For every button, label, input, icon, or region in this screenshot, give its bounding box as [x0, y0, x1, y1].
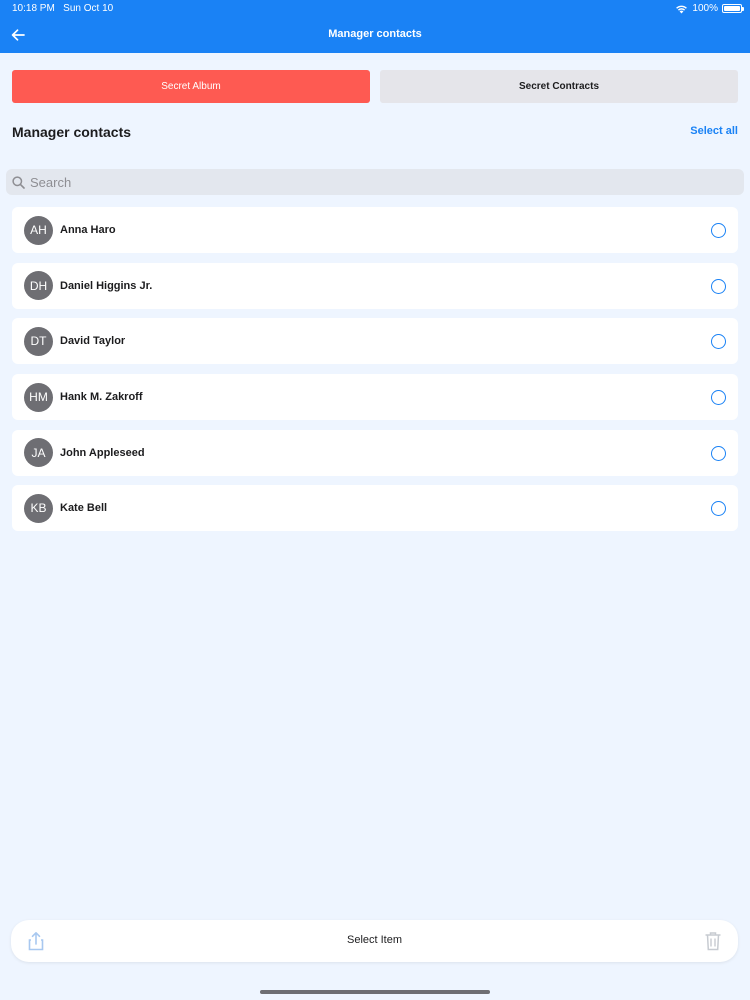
- select-radio[interactable]: [711, 223, 726, 238]
- tab-secret-contracts[interactable]: Secret Contracts: [380, 70, 738, 103]
- trash-icon: [705, 932, 721, 951]
- contact-row[interactable]: DT David Taylor: [12, 318, 738, 365]
- select-radio[interactable]: [711, 390, 726, 406]
- select-radio[interactable]: [711, 334, 726, 350]
- contact-name: Kate Bell: [60, 502, 108, 515]
- contact-name: John Appleseed: [60, 446, 145, 459]
- home-indicator: [260, 990, 490, 994]
- contact-row[interactable]: JA John Appleseed: [12, 429, 738, 476]
- section-title: Manager contacts: [12, 124, 132, 140]
- contact-row[interactable]: AH Anna Haro: [12, 207, 738, 253]
- avatar: KB: [24, 493, 53, 523]
- avatar: AH: [24, 215, 53, 245]
- bottom-action-bar: Select Item: [11, 920, 738, 962]
- contact-row[interactable]: HM Hank M. Zakroff: [12, 374, 738, 421]
- search-input[interactable]: [30, 174, 710, 190]
- contact-name: Hank M. Zakroff: [60, 391, 143, 404]
- contact-name: David Taylor: [60, 335, 126, 348]
- avatar: HM: [24, 382, 53, 412]
- status-date: Sun Oct 10: [63, 3, 114, 14]
- select-radio[interactable]: [711, 445, 726, 461]
- page-title: Manager contacts: [328, 28, 422, 40]
- select-radio[interactable]: [711, 278, 726, 294]
- wifi-icon: [676, 5, 688, 13]
- select-all-button[interactable]: Select all: [690, 125, 738, 137]
- navigation-bar: 10:18 PM Sun Oct 10 100% Manager contact…: [0, 0, 750, 53]
- avatar: DH: [24, 271, 53, 301]
- bottom-bar-label: Select Item: [346, 934, 403, 946]
- avatar: JA: [24, 438, 53, 468]
- delete-button[interactable]: [704, 931, 722, 951]
- contact-row[interactable]: KB Kate Bell: [12, 485, 738, 532]
- battery-percent: 100%: [692, 3, 718, 14]
- search-bar[interactable]: [6, 169, 744, 195]
- contact-name: Anna Haro: [60, 224, 116, 236]
- status-indicators: 100%: [675, 3, 744, 14]
- avatar: DT: [24, 326, 53, 356]
- contact-name: Daniel Higgins Jr.: [60, 279, 153, 292]
- select-radio[interactable]: [711, 501, 726, 517]
- status-clock: 10:18 PM: [12, 3, 55, 14]
- contact-list: AH Anna Haro DH Daniel Higgins Jr. DT Da…: [12, 207, 738, 541]
- contact-row[interactable]: DH Daniel Higgins Jr.: [12, 262, 738, 309]
- tab-secret-album[interactable]: Secret Album: [12, 70, 370, 103]
- status-time: 10:18 PM Sun Oct 10: [12, 3, 113, 14]
- search-icon: [12, 175, 25, 189]
- battery-icon: [722, 4, 744, 13]
